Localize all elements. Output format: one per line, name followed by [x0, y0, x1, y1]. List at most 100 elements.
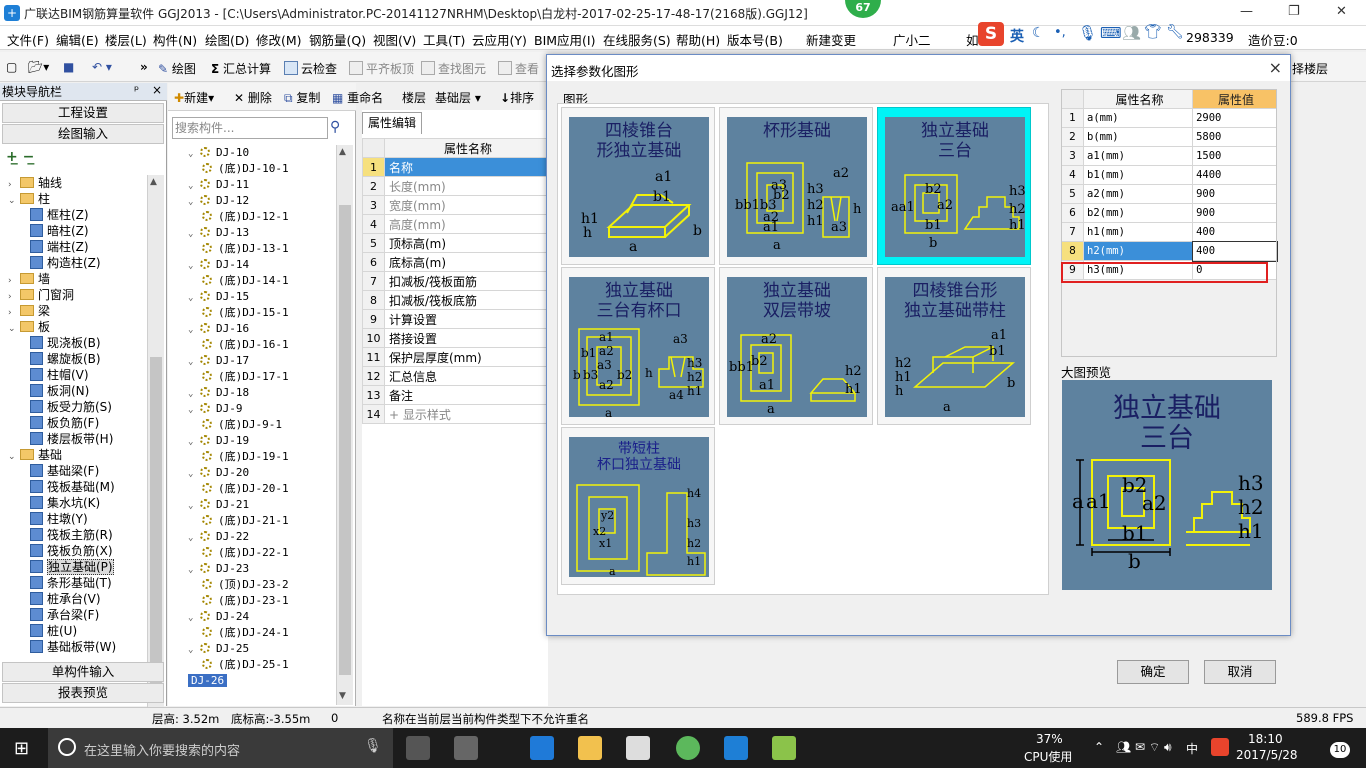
attr-value-input[interactable]: 400 [1192, 222, 1277, 242]
menu-cloud[interactable]: 云应用(Y) [472, 30, 527, 49]
component-sub-item[interactable]: (底)DJ-22-1 [202, 545, 289, 561]
nav-close-icon[interactable]: × [152, 83, 162, 97]
nav-tab-project-settings[interactable]: 工程设置 [2, 103, 164, 123]
attr-row[interactable]: 6 b2(mm) 900 [1061, 203, 1277, 223]
menu-online[interactable]: 在线服务(S) [603, 30, 671, 49]
menu-view[interactable]: 视图(V) [373, 30, 416, 49]
sogou-icon[interactable]: S [978, 22, 1004, 46]
component-scrollbar[interactable]: ▲ ▼ [336, 145, 353, 705]
menu-edit[interactable]: 编辑(E) [56, 30, 99, 49]
attr-value-input[interactable]: 400 [1191, 240, 1278, 262]
component-item[interactable]: ⌄ DJ-24 [188, 609, 249, 625]
component-sub-item[interactable]: (底)DJ-9-1 [202, 417, 282, 433]
nav-item[interactable]: 板洞(N) [30, 383, 89, 399]
property-row[interactable]: 13 备注 [362, 385, 548, 405]
paint-icon[interactable] [772, 736, 796, 760]
component-item[interactable]: ⌄ DJ-13 [188, 225, 249, 241]
chevron-down-icon[interactable]: ⌄ [8, 193, 18, 209]
attr-row[interactable]: 5 a2(mm) 900 [1061, 184, 1277, 204]
nav-item[interactable]: 框柱(Z) [30, 207, 89, 223]
draw-button[interactable]: ✎ 绘图 [158, 60, 196, 77]
nav-tab-single-input[interactable]: 单构件输入 [2, 662, 164, 682]
nav-item[interactable]: 独立基础(P) [30, 559, 114, 575]
attr-value-input[interactable]: 4400 [1192, 165, 1277, 185]
menu-version[interactable]: 版本号(B) [727, 30, 783, 49]
shape-option[interactable]: 独立基础 三台有杯口 a1 b1 a2 a3 b3 b2 a2 b a a3 h h3 h2 h1 a4 [561, 267, 715, 425]
nav-scrollbar[interactable]: ▲ ▼ [147, 175, 164, 739]
clock-time[interactable]: 18:10 [1248, 732, 1283, 746]
new-file-icon[interactable]: ▢ [6, 60, 17, 74]
nav-tab-draw-input[interactable]: 绘图输入 [2, 124, 164, 144]
menu-floor[interactable]: 楼层(L) [105, 30, 147, 49]
dialog-close-icon[interactable]: × [1269, 58, 1282, 77]
more-icon[interactable]: » [140, 60, 148, 74]
ok-button[interactable]: 确定 [1117, 660, 1189, 684]
chevron-down-icon[interactable]: ⌄ [188, 146, 198, 162]
chevron-down-icon[interactable]: ⌄ [188, 498, 198, 514]
sum-calc-button[interactable]: Σ 汇总计算 [211, 60, 271, 77]
maximize-icon[interactable]: ❐ [1288, 4, 1300, 19]
close-icon[interactable]: ✕ [1336, 4, 1347, 19]
component-sub-item[interactable]: (底)DJ-17-1 [202, 369, 289, 385]
attr-value-input[interactable]: 900 [1192, 203, 1277, 223]
chevron-down-icon[interactable]: ⌄ [188, 642, 198, 658]
shape-option[interactable]: 独立基础 双层带坡 a2 bb1 b2 a1 a h2 h1 [719, 267, 873, 425]
cancel-button[interactable]: 取消 [1204, 660, 1276, 684]
component-item[interactable]: ⌄ DJ-21 [188, 497, 249, 513]
component-item[interactable]: ⌄ DJ-23 [188, 561, 249, 577]
component-item[interactable]: ⌄ DJ-22 [188, 529, 249, 545]
menu-assistant[interactable]: 广小二 [893, 30, 931, 49]
nav-item[interactable]: 桩(U) [30, 623, 77, 639]
menu-like[interactable]: 如 [966, 30, 979, 49]
menu-modify[interactable]: 修改(M) [256, 30, 302, 49]
view-button[interactable]: 查看 [498, 60, 539, 77]
nav-item[interactable]: 集水坑(K) [30, 495, 100, 511]
component-sub-item[interactable]: (底)DJ-24-1 [202, 625, 289, 641]
property-row[interactable]: 7 扣减板/筏板面筋 [362, 271, 548, 291]
attr-value-input[interactable]: 900 [1192, 184, 1277, 204]
chevron-down-icon[interactable]: ⌄ [188, 258, 198, 274]
component-item[interactable]: ⌄ DJ-19 [188, 433, 249, 449]
nav-item[interactable]: 桩承台(V) [30, 591, 101, 607]
component-item[interactable]: ⌄ DJ-11 [188, 177, 249, 193]
property-row[interactable]: 4 高度(mm) [362, 214, 548, 234]
nav-item[interactable]: 承台梁(F) [30, 607, 99, 623]
mic-taskbar-icon[interactable]: 🎙︎ [364, 738, 382, 754]
component-sub-item[interactable]: (底)DJ-19-1 [202, 449, 289, 465]
windows-start-icon[interactable]: ⊞ [14, 738, 29, 759]
nav-tab-report-preview[interactable]: 报表预览 [2, 683, 164, 703]
chevron-down-icon[interactable]: ⌄ [188, 226, 198, 242]
attr-row[interactable]: 8 h2(mm) 400 [1061, 240, 1278, 262]
component-sub-item[interactable]: (底)DJ-23-1 [202, 593, 289, 609]
nav-item[interactable]: 楼层板带(H) [30, 431, 113, 447]
nav-item[interactable]: 筏板基础(M) [30, 479, 115, 495]
property-row[interactable]: 8 扣减板/筏板底筋 [362, 290, 548, 310]
component-sub-item[interactable]: (底)DJ-21-1 [202, 513, 289, 529]
attr-row[interactable]: 4 b1(mm) 4400 [1061, 165, 1277, 185]
glodon-task-icon[interactable] [724, 736, 748, 760]
nav-item[interactable]: 板受力筋(S) [30, 399, 112, 415]
score-badge[interactable]: 67 [845, 0, 881, 18]
nav-item[interactable]: 条形基础(T) [30, 575, 112, 591]
wrench-icon[interactable]: 🔧︎ [1166, 24, 1184, 40]
component-item[interactable]: ⌄ DJ-20 [188, 465, 249, 481]
chevron-down-icon[interactable]: ⌄ [188, 178, 198, 194]
sort-button[interactable]: ↓排序 [500, 89, 534, 106]
property-row[interactable]: 6 底标高(m) [362, 252, 548, 272]
app-icon-2[interactable] [454, 736, 478, 760]
find-button[interactable]: 查找图元 [421, 60, 486, 77]
floor-select[interactable]: 基础层 ▾ [435, 89, 481, 106]
open-icon[interactable]: 📂︎▾ [28, 60, 49, 74]
component-sub-item[interactable]: (顶)DJ-23-2 [202, 577, 289, 593]
nav-folder[interactable]: ⌄ 基础 [8, 447, 62, 463]
chevron-down-icon[interactable]: ⌄ [188, 354, 198, 370]
ime-lang[interactable]: 英 [1010, 26, 1024, 46]
menu-file[interactable]: 文件(F) [7, 30, 49, 49]
nav-folder[interactable]: › 轴线 [8, 175, 62, 191]
property-row[interactable]: 9 计算设置 [362, 309, 548, 329]
search-icon[interactable]: ⚲ [330, 119, 340, 135]
nav-item[interactable]: 筏板主筋(R) [30, 527, 113, 543]
attr-row[interactable]: 7 h1(mm) 400 [1061, 222, 1277, 242]
chevron-down-icon[interactable]: ⌄ [188, 386, 198, 402]
rename-button[interactable]: ▦ 重命名 [332, 89, 383, 106]
